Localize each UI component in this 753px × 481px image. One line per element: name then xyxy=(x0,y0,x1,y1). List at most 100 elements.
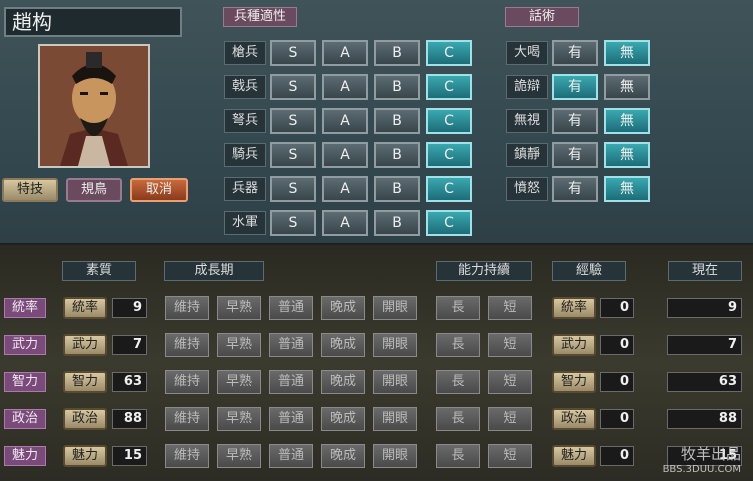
exp-stat-button[interactable]: 武力 xyxy=(552,334,596,356)
troop-label: 弩兵 xyxy=(224,109,266,133)
grade-button-c[interactable]: C xyxy=(426,176,472,202)
growth-option-button[interactable]: 晚成 xyxy=(321,296,365,320)
grade-button-s[interactable]: S xyxy=(270,210,316,236)
aptitude-stat-button[interactable]: 智力 xyxy=(63,371,107,393)
stat-row-label: 政治 xyxy=(4,409,46,429)
aptitude-stat-button[interactable]: 魅力 xyxy=(63,445,107,467)
cancel-button[interactable]: 取消 xyxy=(130,178,188,202)
grade-button-s[interactable]: S xyxy=(270,40,316,66)
growth-option-button[interactable]: 晚成 xyxy=(321,333,365,357)
grade-button-a[interactable]: A xyxy=(322,108,368,134)
growth-option-button[interactable]: 維持 xyxy=(165,296,209,320)
grade-button-b[interactable]: B xyxy=(374,210,420,236)
debate-header: 話術 xyxy=(505,7,579,27)
exp-stat-button[interactable]: 魅力 xyxy=(552,445,596,467)
exp-header: 經驗 xyxy=(552,261,626,281)
debate-no-button[interactable]: 無 xyxy=(604,74,650,100)
duration-option-button[interactable]: 長 xyxy=(436,444,480,468)
growth-option-button[interactable]: 早熟 xyxy=(217,444,261,468)
grade-button-c[interactable]: C xyxy=(426,40,472,66)
grade-button-s[interactable]: S xyxy=(270,74,316,100)
growth-option-button[interactable]: 維持 xyxy=(165,333,209,357)
troop-aptitude-header: 兵種適性 xyxy=(223,7,297,27)
grade-button-c[interactable]: C xyxy=(426,210,472,236)
growth-header: 成長期 xyxy=(164,261,264,281)
base-value: 7 xyxy=(112,335,147,355)
grade-button-b[interactable]: B xyxy=(374,108,420,134)
growth-option-button[interactable]: 開眼 xyxy=(373,370,417,394)
debate-yes-button[interactable]: 有 xyxy=(552,40,598,66)
growth-option-button[interactable]: 普通 xyxy=(269,296,313,320)
duration-option-button[interactable]: 長 xyxy=(436,296,480,320)
growth-option-button[interactable]: 開眼 xyxy=(373,444,417,468)
growth-option-button[interactable]: 早熟 xyxy=(217,296,261,320)
duration-option-button[interactable]: 長 xyxy=(436,333,480,357)
duration-option-button[interactable]: 短 xyxy=(488,296,532,320)
growth-option-button[interactable]: 開眼 xyxy=(373,407,417,431)
growth-option-button[interactable]: 普通 xyxy=(269,333,313,357)
grade-button-c[interactable]: C xyxy=(426,74,472,100)
current-value: 9 xyxy=(667,298,742,318)
growth-option-button[interactable]: 維持 xyxy=(165,407,209,431)
duration-option-button[interactable]: 短 xyxy=(488,407,532,431)
debate-no-button[interactable]: 無 xyxy=(604,108,650,134)
grade-button-c[interactable]: C xyxy=(426,142,472,168)
growth-option-button[interactable]: 晚成 xyxy=(321,407,365,431)
exp-value: 0 xyxy=(600,298,634,318)
growth-option-button[interactable]: 晚成 xyxy=(321,370,365,394)
growth-option-button[interactable]: 早熟 xyxy=(217,333,261,357)
growth-option-button[interactable]: 早熟 xyxy=(217,370,261,394)
aptitude-stat-button[interactable]: 武力 xyxy=(63,334,107,356)
duration-option-button[interactable]: 長 xyxy=(436,370,480,394)
aptitude-stat-button[interactable]: 政治 xyxy=(63,408,107,430)
grade-button-b[interactable]: B xyxy=(374,176,420,202)
debate-yes-button[interactable]: 有 xyxy=(552,142,598,168)
grade-button-b[interactable]: B xyxy=(374,40,420,66)
duration-option-button[interactable]: 短 xyxy=(488,370,532,394)
grade-button-a[interactable]: A xyxy=(322,176,368,202)
debate-yes-button[interactable]: 有 xyxy=(552,108,598,134)
grade-button-a[interactable]: A xyxy=(322,74,368,100)
debate-yes-button[interactable]: 有 xyxy=(552,74,598,100)
grade-button-a[interactable]: A xyxy=(322,210,368,236)
exp-value: 0 xyxy=(600,446,634,466)
aptitude-header: 素質 xyxy=(62,261,136,281)
grade-button-s[interactable]: S xyxy=(270,142,316,168)
exp-stat-button[interactable]: 政治 xyxy=(552,408,596,430)
debate-no-button[interactable]: 無 xyxy=(604,142,650,168)
debate-yes-button[interactable]: 有 xyxy=(552,176,598,202)
growth-option-button[interactable]: 維持 xyxy=(165,370,209,394)
exp-stat-button[interactable]: 統率 xyxy=(552,297,596,319)
skill-value: 規鳥 xyxy=(66,178,122,202)
current-value: 7 xyxy=(667,335,742,355)
growth-option-button[interactable]: 普通 xyxy=(269,407,313,431)
exp-stat-button[interactable]: 智力 xyxy=(552,371,596,393)
troop-label: 戟兵 xyxy=(224,75,266,99)
grade-button-c[interactable]: C xyxy=(426,108,472,134)
grade-button-b[interactable]: B xyxy=(374,142,420,168)
debate-no-button[interactable]: 無 xyxy=(604,176,650,202)
growth-option-button[interactable]: 普通 xyxy=(269,370,313,394)
skill-button[interactable]: 特技 xyxy=(2,178,58,202)
watermark-line2: BBS.3DUU.COM xyxy=(662,464,741,475)
growth-option-button[interactable]: 開眼 xyxy=(373,333,417,357)
duration-option-button[interactable]: 長 xyxy=(436,407,480,431)
exp-value: 0 xyxy=(600,409,634,429)
growth-option-button[interactable]: 早熟 xyxy=(217,407,261,431)
debate-no-button[interactable]: 無 xyxy=(604,40,650,66)
grade-button-b[interactable]: B xyxy=(374,74,420,100)
troop-label: 騎兵 xyxy=(224,143,266,167)
growth-option-button[interactable]: 普通 xyxy=(269,444,313,468)
grade-button-s[interactable]: S xyxy=(270,108,316,134)
growth-option-button[interactable]: 維持 xyxy=(165,444,209,468)
duration-option-button[interactable]: 短 xyxy=(488,333,532,357)
grade-button-a[interactable]: A xyxy=(322,40,368,66)
grade-button-s[interactable]: S xyxy=(270,176,316,202)
duration-option-button[interactable]: 短 xyxy=(488,444,532,468)
growth-option-button[interactable]: 開眼 xyxy=(373,296,417,320)
growth-option-button[interactable]: 晚成 xyxy=(321,444,365,468)
aptitude-stat-button[interactable]: 統率 xyxy=(63,297,107,319)
debate-label: 無視 xyxy=(506,109,548,133)
officer-portrait xyxy=(38,44,150,168)
grade-button-a[interactable]: A xyxy=(322,142,368,168)
